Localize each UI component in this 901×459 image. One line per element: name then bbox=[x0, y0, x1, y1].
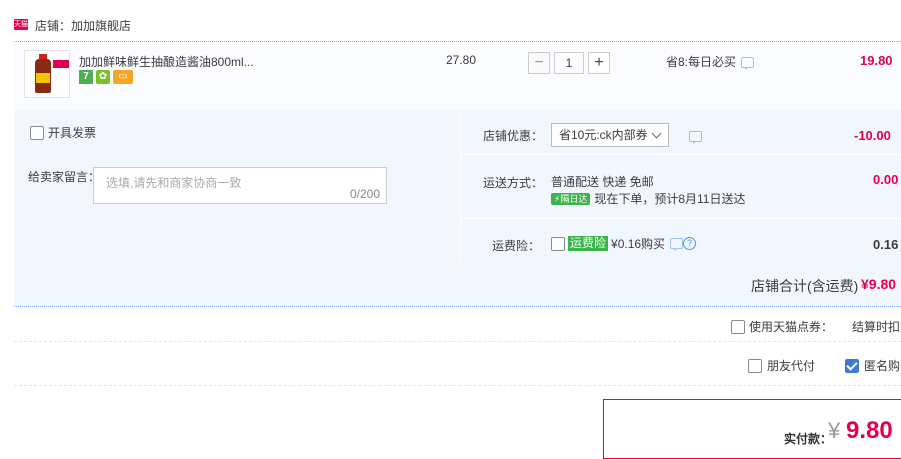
store-total-row: 店铺合计(含运费) ¥9.80 bbox=[14, 260, 901, 307]
insurance-badge: 运费险 bbox=[568, 236, 609, 251]
tmall-points-settle: 结算时扣除 bbox=[852, 320, 901, 334]
column-divider bbox=[460, 110, 461, 260]
divider bbox=[461, 154, 901, 155]
payment-currency: ¥ bbox=[828, 418, 841, 443]
promo-text: 省8:每日必买 bbox=[666, 55, 737, 69]
item-total: 19.80 bbox=[860, 53, 893, 68]
delivery-estimate: ⚡隔日达 现在下单，预计8月11日送达 bbox=[551, 190, 745, 207]
product-title[interactable]: 加加鲜味鲜生抽酿造酱油800ml... bbox=[79, 53, 254, 70]
increase-button[interactable]: + bbox=[588, 52, 610, 74]
invoice-label: 开具发票 bbox=[48, 126, 97, 140]
quantity-input[interactable]: 1 bbox=[554, 52, 584, 74]
divider bbox=[461, 218, 901, 219]
message-placeholder: 选填,请先和商家协商一致 bbox=[106, 176, 242, 190]
delivery-note: 现在下单，预计8月11日送达 bbox=[594, 192, 746, 206]
store-header: 天猫 店铺：加加旗舰店 bbox=[0, 0, 901, 40]
help-icon[interactable]: ? bbox=[683, 237, 697, 250]
insurance-price: ¥0.16购买 bbox=[611, 237, 666, 251]
shipping-method: 普通配送 快递 免邮 bbox=[551, 175, 654, 189]
shipping-label: 运送方式： bbox=[483, 176, 544, 190]
tmall-points-label: 使用天猫点券： bbox=[749, 320, 834, 334]
decrease-button[interactable]: − bbox=[528, 52, 550, 74]
payment-label: 实付款： bbox=[784, 432, 833, 446]
message-input[interactable]: 选填,请先和商家协商一致 0/200 bbox=[93, 167, 387, 204]
anonymous-option[interactable]: 匿名购买 bbox=[845, 357, 901, 374]
invoice-checkbox[interactable] bbox=[30, 125, 44, 140]
store-total-value: ¥9.80 bbox=[861, 276, 897, 292]
chat-icon[interactable] bbox=[741, 57, 755, 71]
message-label: 给卖家留言： bbox=[28, 170, 101, 184]
shipping-fee: 0.00 bbox=[873, 172, 899, 187]
seven-day-return-icon[interactable]: 7 bbox=[79, 70, 93, 84]
message-char-count: 0/200 bbox=[349, 187, 380, 201]
tmall-points-option[interactable]: 使用天猫点券： bbox=[731, 318, 833, 335]
anonymous-label: 匿名购买 bbox=[864, 359, 901, 373]
payment-summary: 实付款： ¥ 9.80 bbox=[603, 399, 901, 459]
coupon-selected: 省10元:ck内部券 bbox=[559, 128, 648, 142]
friend-pay-option[interactable]: 朋友代付 bbox=[748, 357, 815, 374]
payment-options-row: 朋友代付 匿名购买 bbox=[14, 342, 901, 386]
anonymous-checkbox[interactable] bbox=[845, 358, 859, 373]
tmall-points-checkbox[interactable] bbox=[731, 319, 745, 334]
payment-amount: 9.80 bbox=[846, 417, 893, 444]
order-options: 开具发票 给卖家留言： 选填,请先和商家协商一致 0/200 店铺优惠： 省10… bbox=[14, 110, 901, 260]
chat-icon[interactable] bbox=[689, 131, 702, 145]
chat-icon[interactable] bbox=[670, 238, 684, 251]
tmall-icon: 天猫 bbox=[14, 19, 28, 30]
insurance-label: 运费险： bbox=[492, 239, 541, 253]
product-thumbnail[interactable] bbox=[24, 50, 70, 98]
discount-value: -10.00 bbox=[854, 128, 891, 143]
thumb-tag-shape bbox=[53, 60, 69, 68]
next-day-badge: ⚡隔日达 bbox=[551, 192, 591, 205]
discount-label: 店铺优惠： bbox=[483, 129, 544, 143]
insurance-checkbox[interactable] bbox=[551, 236, 565, 251]
guarantee-icon[interactable]: ✿ bbox=[96, 70, 110, 84]
discount-info bbox=[684, 129, 702, 145]
unit-price: 27.80 bbox=[446, 53, 477, 67]
item-promo: 省8:每日必买 bbox=[666, 53, 755, 71]
insurance-option: 运费险 ¥0.16购买? bbox=[551, 235, 697, 252]
store-total-label: 店铺合计(含运费) bbox=[751, 278, 859, 294]
tmall-points-row: 使用天猫点券： 结算时扣除 bbox=[14, 307, 901, 342]
next-day-badge-text: 隔日达 bbox=[560, 193, 588, 204]
friend-pay-checkbox[interactable] bbox=[748, 358, 762, 373]
card-payment-icon[interactable]: ▭ bbox=[113, 70, 133, 84]
friend-pay-label: 朋友代付 bbox=[767, 359, 816, 373]
invoice-option[interactable]: 开具发票 bbox=[30, 124, 96, 141]
store-name[interactable]: 店铺：加加旗舰店 bbox=[35, 17, 131, 34]
product-row: 加加鲜味鲜生抽酿造酱油800ml... 7 ✿ ▭ 27.80 −1 + 省8:每日必… bbox=[14, 41, 901, 111]
insurance-value: 0.16 bbox=[873, 237, 899, 252]
chevron-down-icon bbox=[651, 128, 662, 139]
quantity-stepper: −1 + bbox=[528, 52, 610, 74]
service-icons: 7 ✿ ▭ bbox=[79, 70, 136, 84]
coupon-select[interactable]: 省10元:ck内部券 bbox=[551, 123, 669, 147]
bottle-label-shape bbox=[36, 73, 50, 83]
